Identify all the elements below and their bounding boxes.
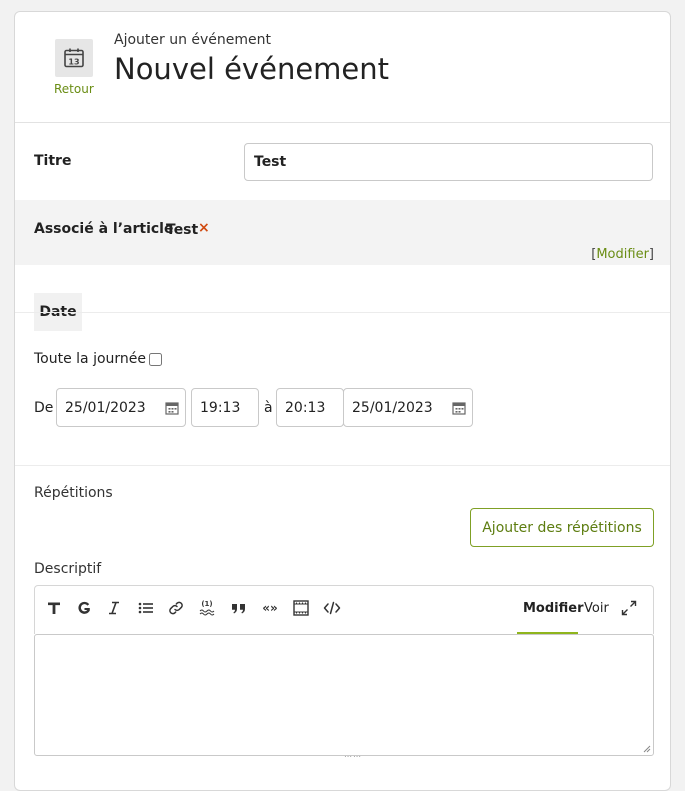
italic-icon[interactable] bbox=[103, 596, 125, 620]
calendar-picker-icon[interactable] bbox=[452, 401, 466, 415]
drag-handle-icon[interactable]: ⋯⋯ bbox=[344, 752, 362, 761]
editor-toolbar: (1) «» Modifier Voir bbox=[34, 585, 654, 635]
description-editor: (1) «» Modifier Voir ⋯⋯ bbox=[34, 585, 654, 761]
media-icon[interactable] bbox=[290, 596, 312, 620]
calendar-icon: 13 bbox=[55, 39, 93, 77]
modify-association-link[interactable]: Modifier bbox=[596, 247, 649, 262]
code-icon[interactable] bbox=[321, 596, 343, 620]
title-input[interactable] bbox=[244, 143, 653, 181]
page-subtitle: Ajouter un événement bbox=[114, 32, 272, 48]
list-icon[interactable] bbox=[135, 596, 157, 620]
remove-association-icon[interactable]: × bbox=[198, 220, 210, 236]
title-label: Titre bbox=[34, 153, 72, 169]
editor-tab-preview[interactable]: Voir bbox=[584, 601, 609, 616]
modify-association: [Modifier] bbox=[591, 247, 654, 262]
end-time-value: 20:13 bbox=[285, 399, 326, 416]
event-form-card: 13 Retour Ajouter un événement Nouvel év… bbox=[14, 11, 671, 791]
association-label: Associé à l’article bbox=[34, 221, 174, 237]
association-row: Associé à l’article Test × [Modifier] bbox=[15, 200, 670, 265]
start-time-input[interactable]: 19:13 bbox=[191, 388, 259, 427]
end-date-value: 25/01/2023 bbox=[352, 399, 433, 416]
page-title: Nouvel événement bbox=[114, 52, 390, 86]
editor-tab-edit[interactable]: Modifier bbox=[523, 601, 584, 616]
end-date-input[interactable]: 25/01/2023 bbox=[343, 388, 473, 427]
title-icon[interactable] bbox=[43, 596, 65, 620]
all-day-option[interactable]: Toute la journée bbox=[34, 351, 163, 367]
all-day-label: Toute la journée bbox=[34, 351, 147, 367]
link-icon[interactable] bbox=[165, 596, 187, 620]
end-time-input[interactable]: 20:13 bbox=[276, 388, 344, 427]
page-header: 13 Retour Ajouter un événement Nouvel év… bbox=[15, 12, 670, 123]
repetitions-label: Répétitions bbox=[34, 485, 113, 501]
svg-text:(1): (1) bbox=[201, 600, 212, 608]
description-label: Descriptif bbox=[34, 561, 102, 577]
bracket-close: ] bbox=[648, 247, 654, 262]
quote-icon[interactable] bbox=[228, 596, 250, 620]
calendar-day: 13 bbox=[68, 58, 79, 67]
section-divider bbox=[15, 465, 670, 466]
footnote-icon[interactable]: (1) bbox=[196, 596, 218, 620]
association-value: Test bbox=[166, 222, 199, 238]
resize-handle-icon[interactable] bbox=[642, 744, 651, 753]
fullscreen-icon[interactable] bbox=[618, 596, 640, 620]
start-date-value: 25/01/2023 bbox=[65, 399, 146, 416]
all-day-checkbox[interactable] bbox=[149, 352, 163, 366]
from-label: De bbox=[34, 400, 54, 416]
add-repetitions-button[interactable]: Ajouter des répétitions bbox=[470, 508, 654, 547]
back-label[interactable]: Retour bbox=[54, 82, 94, 96]
guillemets-icon[interactable]: «» bbox=[259, 596, 281, 620]
description-textarea[interactable] bbox=[34, 634, 654, 756]
subtitle-icon[interactable] bbox=[73, 596, 95, 620]
start-date-input[interactable]: 25/01/2023 bbox=[56, 388, 186, 427]
calendar-picker-icon[interactable] bbox=[165, 401, 179, 415]
to-label: à bbox=[264, 400, 273, 416]
date-section-divider bbox=[15, 312, 670, 313]
start-time-value: 19:13 bbox=[200, 399, 241, 416]
